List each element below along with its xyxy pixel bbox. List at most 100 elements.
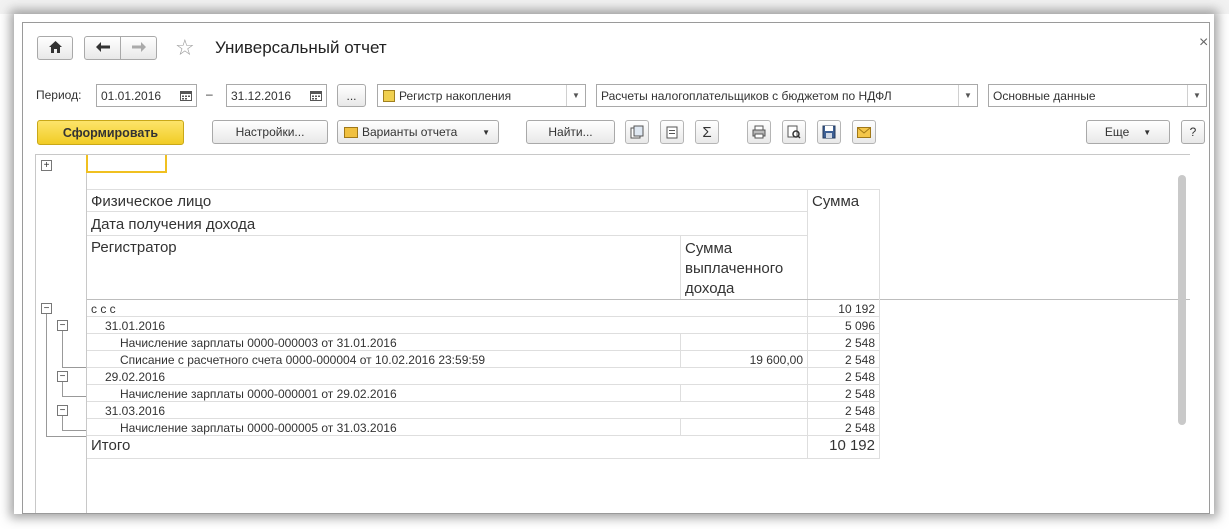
more-button[interactable]: Еще ▼: [1086, 120, 1170, 144]
home-button[interactable]: [37, 36, 73, 60]
tree-connector: [62, 328, 63, 368]
subgroup-row[interactable]: 29.02.2016 2 548: [87, 368, 880, 385]
tree-connector: [62, 430, 86, 431]
selected-cell[interactable]: [86, 155, 167, 173]
row-divider: [680, 419, 681, 436]
total-bottom-line: [87, 458, 880, 459]
chevron-down-icon[interactable]: ▼: [566, 85, 585, 106]
subgroup-row[interactable]: 31.03.2016 2 548: [87, 402, 880, 419]
tree-connector: [46, 311, 47, 437]
chevron-down-icon[interactable]: ▼: [958, 85, 977, 106]
register-type-value: Регистр накопления: [399, 88, 512, 103]
row-label: 31.01.2016: [105, 319, 166, 333]
document-row[interactable]: Начисление зарплаты 0000-000001 от 29.02…: [87, 385, 880, 402]
find-button[interactable]: Найти...: [526, 120, 615, 144]
header-divider: [87, 235, 807, 236]
row-divider: [807, 368, 808, 385]
document-row[interactable]: Списание с расчетного счета 0000-000004 …: [87, 351, 880, 368]
row-label: с с с: [91, 302, 116, 316]
home-icon: [48, 40, 62, 56]
arrow-left-icon: [95, 41, 110, 55]
period-dash: –: [206, 87, 213, 101]
nav-forward-button[interactable]: [120, 36, 157, 60]
tree-connector: [62, 396, 86, 397]
preview-icon[interactable]: [782, 120, 806, 144]
register-type-select[interactable]: Регистр накопления ▼: [377, 84, 586, 107]
header-divider: [807, 189, 808, 299]
chevron-down-icon[interactable]: ▼: [1187, 85, 1206, 106]
calendar-icon[interactable]: [306, 85, 326, 106]
subgroup-row[interactable]: 31.01.2016 5 096: [87, 317, 880, 334]
document-row[interactable]: Начисление зарплаты 0000-000003 от 31.01…: [87, 334, 880, 351]
help-button[interactable]: ?: [1181, 120, 1205, 144]
row-sum: 2 548: [844, 370, 875, 384]
total-divider: [879, 299, 880, 459]
folder-icon: [344, 126, 358, 138]
row-sum: 2 548: [844, 353, 875, 367]
tree-connector: [62, 367, 86, 368]
row-sum: 2 548: [844, 336, 875, 350]
row-divider: [87, 435, 880, 436]
dataset-value: Основные данные: [993, 88, 1096, 103]
row-divider: [680, 385, 681, 402]
report-variants-button[interactable]: Варианты отчета ▼: [337, 120, 499, 144]
report-spreadsheet[interactable]: + Физическое лицо Дата получения дохода …: [35, 154, 1190, 513]
dataset-select[interactable]: Основные данные ▼: [988, 84, 1207, 107]
header-divider: [87, 211, 807, 212]
header-sum: Сумма: [812, 193, 860, 210]
chevron-down-icon: ▼: [482, 127, 490, 137]
row-divider: [807, 317, 808, 334]
register-icon: [383, 89, 395, 102]
expand-all-icon[interactable]: +: [41, 160, 52, 171]
total-label: Итого: [91, 437, 131, 454]
row-divider: [807, 334, 808, 351]
period-start-field[interactable]: 01.01.2016: [96, 84, 197, 107]
row-paid: 19 600,00: [749, 353, 803, 367]
copy-report-icon[interactable]: [625, 120, 649, 144]
period-label: Период:: [36, 88, 82, 102]
background-strip: [0, 0, 1229, 14]
collapse-group-icon[interactable]: −: [41, 303, 52, 314]
calendar-icon[interactable]: [176, 85, 196, 106]
row-divider: [807, 385, 808, 402]
page-title: Универсальный отчет: [215, 38, 387, 57]
period-choose-button[interactable]: ...: [337, 84, 366, 107]
row-label: 29.02.2016: [105, 370, 166, 384]
star-icon[interactable]: ☆: [175, 35, 195, 61]
generate-button[interactable]: Сформировать: [37, 120, 184, 145]
more-label: Еще: [1104, 125, 1130, 139]
report-window: ☆ Универсальный отчет × Период: 01.01.20…: [22, 22, 1210, 514]
print-icon[interactable]: [747, 120, 771, 144]
collapse-group-icon[interactable]: −: [57, 371, 68, 382]
header-registrar: Регистратор: [91, 239, 177, 256]
row-label: Начисление зарплаты 0000-000005 от 31.03…: [120, 421, 397, 435]
nav-back-button[interactable]: [84, 36, 121, 60]
collapse-group-icon[interactable]: −: [57, 405, 68, 416]
email-icon[interactable]: [852, 120, 876, 144]
vertical-scrollbar[interactable]: [1178, 175, 1186, 425]
header-divider: [680, 235, 681, 299]
header-paid-income: Сумма выплаченного дохода: [685, 240, 784, 297]
period-end-field[interactable]: 31.12.2016: [226, 84, 327, 107]
row-sum: 10 192: [838, 302, 875, 316]
header-person: Физическое лицо: [91, 193, 212, 210]
settings-button[interactable]: Настройки...: [212, 120, 328, 144]
paste-report-icon[interactable]: [660, 120, 684, 144]
tree-connector: [46, 436, 86, 437]
document-row[interactable]: Начисление зарплаты 0000-000005 от 31.03…: [87, 419, 880, 436]
row-label: Начисление зарплаты 0000-000001 от 29.02…: [120, 387, 397, 401]
group-row[interactable]: с с с 10 192: [87, 300, 880, 317]
row-sum: 2 548: [844, 387, 875, 401]
chevron-down-icon: ▼: [1143, 127, 1152, 137]
register-name-select[interactable]: Расчеты налогоплательщиков с бюджетом по…: [596, 84, 978, 107]
row-divider: [680, 351, 681, 368]
row-label: Начисление зарплаты 0000-000003 от 31.01…: [120, 336, 397, 350]
row-divider: [807, 402, 808, 419]
row-divider: [680, 334, 681, 351]
save-icon[interactable]: [817, 120, 841, 144]
collapse-group-icon[interactable]: −: [57, 320, 68, 331]
arrow-right-icon: [131, 41, 146, 55]
close-icon[interactable]: ×: [1199, 34, 1208, 52]
row-divider: [807, 351, 808, 368]
sum-icon[interactable]: Σ: [695, 120, 719, 144]
